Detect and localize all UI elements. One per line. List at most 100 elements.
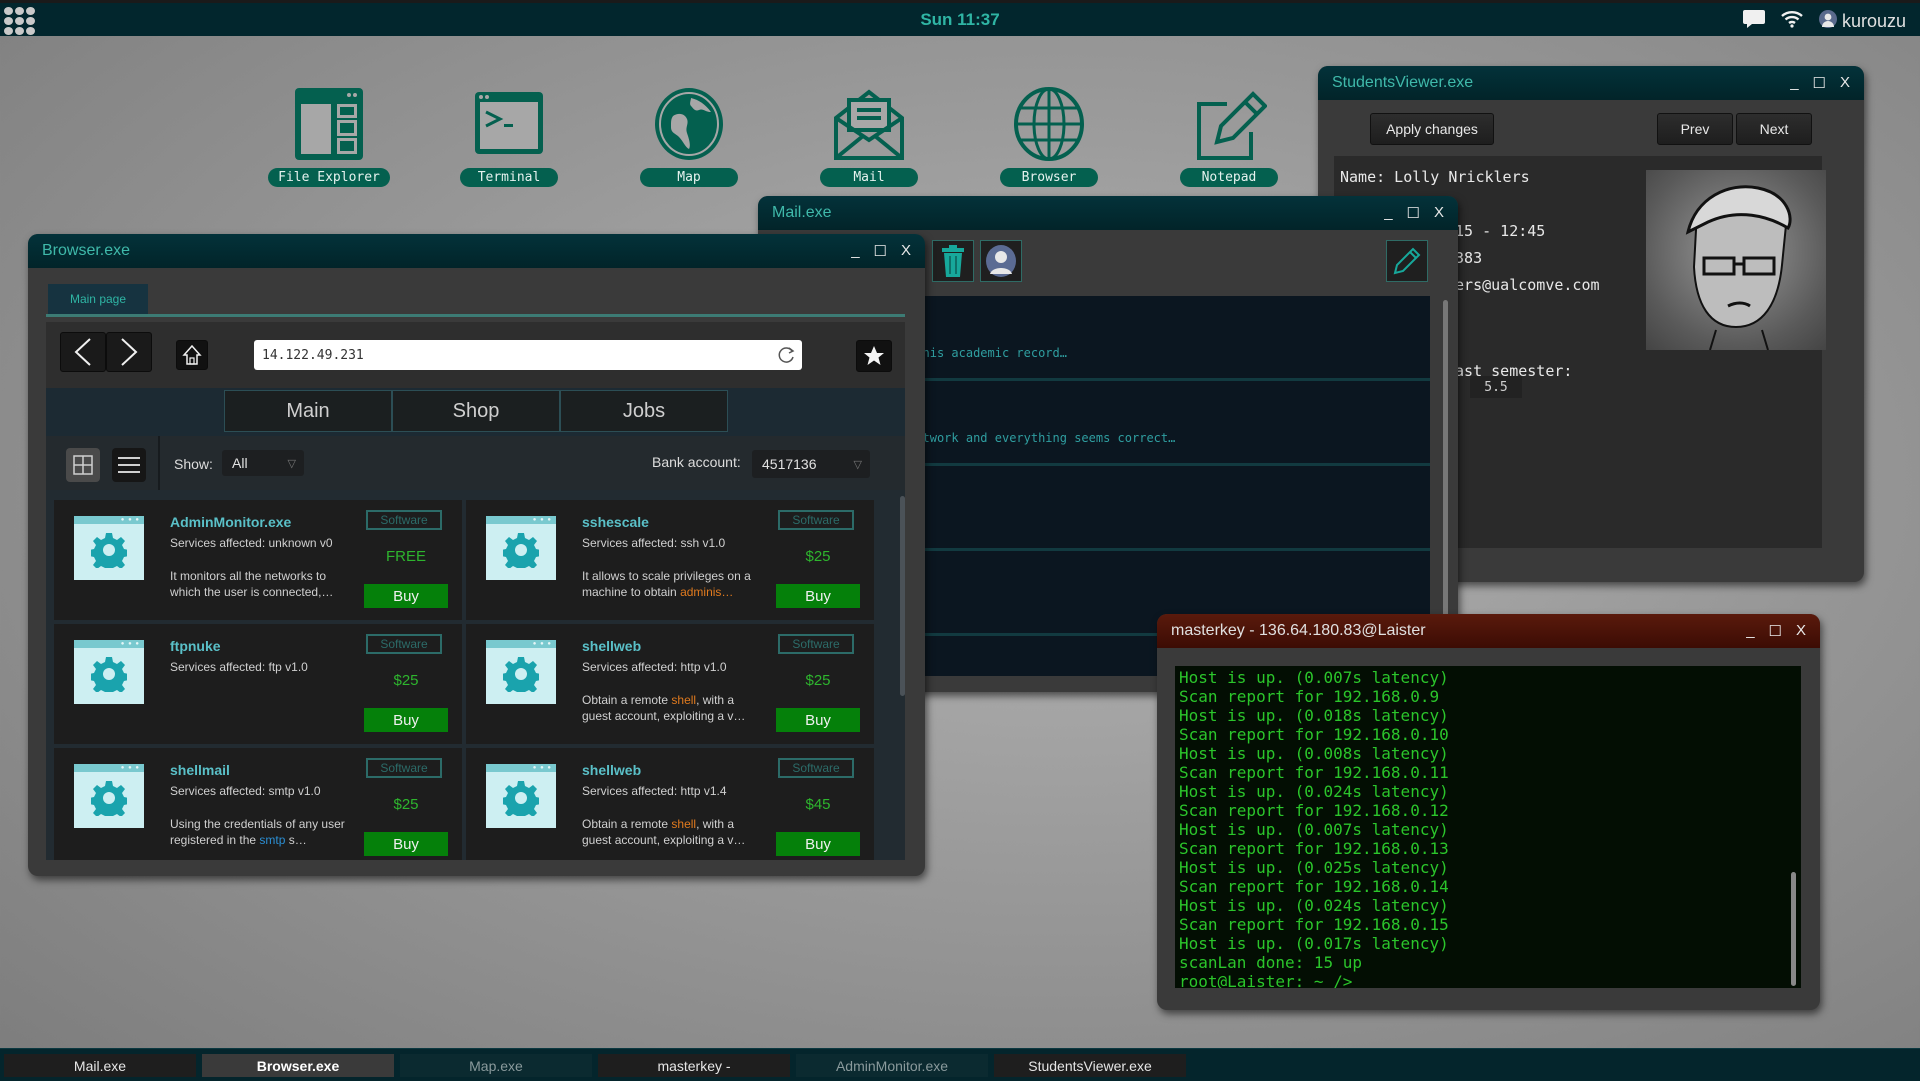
browser-navbar: 14.122.49.231	[46, 322, 905, 388]
terminal-line: Host is up. (0.017s latency)	[1179, 934, 1449, 953]
system-tray: kurouzu	[1742, 8, 1906, 35]
buy-button[interactable]: Buy	[776, 708, 860, 732]
tab-underline	[46, 314, 905, 317]
price: $25	[805, 548, 831, 565]
taskbar-item[interactable]: StudentsViewer.exe	[994, 1054, 1186, 1077]
chat-icon[interactable]	[1742, 8, 1766, 35]
description-highlight: smtp	[259, 833, 286, 847]
terminal-line: Scan report for 192.168.0.11	[1179, 763, 1449, 782]
menu-tab-main[interactable]: Main	[224, 390, 392, 432]
apps-grid-icon[interactable]	[4, 7, 40, 35]
software-thumbnail: ● ● ●	[74, 764, 144, 828]
software-name[interactable]: AdminMonitor.exe	[170, 514, 291, 530]
list-view-button[interactable]	[112, 448, 146, 482]
taskbar-item[interactable]: AdminMonitor.exe	[796, 1054, 988, 1077]
terminal-output[interactable]: Host is up. (0.007s latency) Scan report …	[1175, 666, 1801, 988]
grid-view-button[interactable]	[66, 448, 100, 482]
close-button[interactable]: X	[1434, 204, 1444, 222]
software-name[interactable]: sshescale	[582, 514, 649, 530]
software-name[interactable]: ftpnuke	[170, 638, 221, 654]
reload-icon[interactable]	[776, 345, 796, 369]
show-label: Show:	[174, 456, 213, 472]
maximize-button[interactable]: ☐	[1769, 622, 1782, 640]
bookmark-button[interactable]	[856, 340, 892, 372]
desktop-icon-terminal[interactable]: Terminal	[439, 86, 579, 187]
mail-titlebar[interactable]: Mail.exe _ ☐ X	[758, 196, 1458, 230]
minimize-button[interactable]: _	[1746, 622, 1754, 640]
prev-button[interactable]: Prev	[1657, 113, 1733, 145]
top-bar: Sun 11:37 kurouzu	[0, 0, 1920, 36]
taskbar-item[interactable]: masterkey -	[598, 1054, 790, 1077]
software-description: Obtain a remote shell, with a guest acco…	[582, 816, 762, 848]
show-select-value: All	[232, 455, 248, 471]
tab-main-page[interactable]: Main page	[48, 284, 148, 314]
close-button[interactable]: X	[1840, 74, 1850, 92]
description-highlight: adminis…	[680, 585, 734, 599]
shop-scrollbar[interactable]	[900, 496, 905, 696]
maximize-button[interactable]: ☐	[1813, 74, 1826, 92]
minimize-button[interactable]: _	[1384, 204, 1392, 222]
close-button[interactable]: X	[901, 242, 911, 260]
terminal-titlebar[interactable]: masterkey - 136.64.180.83@Laister _ ☐ X	[1157, 614, 1820, 648]
terminal-scrollbar[interactable]	[1791, 872, 1796, 986]
desktop-icon-browser[interactable]: Browser	[979, 86, 1119, 187]
software-name[interactable]: shellweb	[582, 638, 641, 654]
student-photo	[1646, 170, 1826, 350]
window-title: StudentsViewer.exe	[1332, 74, 1474, 91]
wifi-icon[interactable]	[1780, 9, 1804, 34]
mail-scrollbar[interactable]	[1443, 300, 1448, 660]
forward-button[interactable]	[106, 332, 152, 372]
maximize-button[interactable]: ☐	[874, 242, 887, 260]
taskbar-item[interactable]: Map.exe	[400, 1054, 592, 1077]
next-button[interactable]: Next	[1736, 113, 1812, 145]
taskbar-item[interactable]: Browser.exe	[202, 1054, 394, 1077]
software-name[interactable]: shellweb	[582, 762, 641, 778]
students-titlebar[interactable]: StudentsViewer.exe _ ☐ X	[1318, 66, 1864, 100]
delete-mail-button[interactable]	[932, 240, 974, 282]
terminal-line: Scan report for 192.168.0.13	[1179, 839, 1449, 858]
window-title: masterkey - 136.64.180.83@Laister	[1171, 622, 1426, 639]
taskbar: Mail.exe Browser.exe Map.exe masterkey - Adm…	[0, 1048, 1920, 1081]
buy-button[interactable]: Buy	[776, 832, 860, 856]
url-input[interactable]: 14.122.49.231	[254, 340, 802, 370]
pencil-icon	[1393, 247, 1421, 275]
software-name[interactable]: shellmail	[170, 762, 230, 778]
terminal-line: Host is up. (0.007s latency)	[1179, 820, 1449, 839]
minimize-button[interactable]: _	[1790, 74, 1798, 92]
menu-tab-jobs[interactable]: Jobs	[560, 390, 728, 432]
contacts-button[interactable]	[980, 240, 1022, 282]
home-button[interactable]	[176, 340, 208, 370]
buy-button[interactable]: Buy	[364, 584, 448, 608]
student-grade-field[interactable]: 5.5	[1470, 376, 1522, 398]
buy-button[interactable]: Buy	[364, 708, 448, 732]
shop-item-card: ● ● ● shellmail Services affected: smtp v1…	[54, 748, 462, 860]
user-menu[interactable]: kurouzu	[1818, 9, 1906, 34]
desktop-icon-map[interactable]: Map	[619, 86, 759, 187]
buy-button[interactable]: Buy	[776, 584, 860, 608]
price: $25	[805, 672, 831, 689]
url-text: 14.122.49.231	[262, 347, 364, 363]
terminal-line: Host is up. (0.008s latency)	[1179, 744, 1449, 763]
show-select[interactable]: All ▽	[222, 450, 304, 476]
desktop-icon-file-explorer[interactable]: File Explorer	[259, 86, 399, 187]
compose-mail-button[interactable]	[1386, 240, 1428, 282]
taskbar-item[interactable]: Mail.exe	[4, 1054, 196, 1077]
maximize-button[interactable]: ☐	[1407, 204, 1420, 222]
software-description: It monitors all the networks to which th…	[170, 568, 350, 600]
terminal-line: Scan report for 192.168.0.12	[1179, 801, 1449, 820]
browser-titlebar[interactable]: Browser.exe _ ☐ X	[28, 234, 925, 268]
desktop-icon-notepad[interactable]: Notepad	[1159, 86, 1299, 187]
shop-item-card: ● ● ● AdminMonitor.exe Services affected: …	[54, 500, 462, 620]
back-button[interactable]	[60, 332, 106, 372]
software-description: Using the credentials of any user regist…	[170, 816, 350, 848]
close-button[interactable]: X	[1796, 622, 1806, 640]
menu-tab-shop[interactable]: Shop	[392, 390, 560, 432]
gear-icon	[91, 781, 127, 816]
buy-button[interactable]: Buy	[364, 832, 448, 856]
bank-account-select[interactable]: 4517136 ▽	[752, 450, 870, 478]
description-text: s…	[285, 833, 307, 847]
desktop-icon-mail[interactable]: Mail	[799, 86, 939, 187]
minimize-button[interactable]: _	[851, 242, 859, 260]
apply-changes-button[interactable]: Apply changes	[1370, 113, 1494, 145]
mail-icon	[834, 89, 904, 160]
